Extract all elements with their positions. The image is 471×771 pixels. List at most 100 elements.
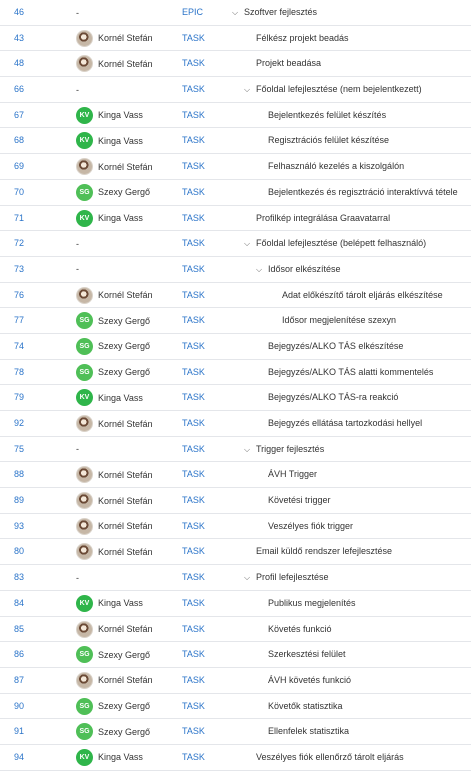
work-item-id-link[interactable]: 71: [14, 206, 24, 231]
work-item-title[interactable]: Bejegyzés ellátása tartozkodási hellyel: [268, 411, 422, 436]
work-item-id-link[interactable]: 94: [14, 745, 24, 770]
work-item-row[interactable]: 91 SG Szexy Gergő TASK Ellenfelek statisztik…: [0, 719, 471, 745]
work-item-id-link[interactable]: 83: [14, 565, 24, 590]
chevron-down-icon[interactable]: ⌵: [244, 565, 250, 590]
work-item-row[interactable]: 43 Kornél Stefán TASK Félkész projekt beadá…: [0, 26, 471, 52]
work-item-row[interactable]: 70 SG Szexy Gergő TASK Bejelentkezés és regi…: [0, 180, 471, 206]
work-item-id-link[interactable]: 90: [14, 694, 24, 719]
work-item-id-link[interactable]: 43: [14, 26, 24, 51]
work-item-id-link[interactable]: 48: [14, 51, 24, 76]
work-item-id-link[interactable]: 92: [14, 411, 24, 436]
work-item-title[interactable]: Főoldal lefejlesztése (belépett felhaszn…: [256, 231, 426, 256]
work-item-row[interactable]: 87 Kornél Stefán TASK ÁVH követés funkció: [0, 668, 471, 694]
work-item-row[interactable]: 76 Kornél Stefán TASK Adat előkészítő tárol…: [0, 283, 471, 309]
work-item-id-link[interactable]: 78: [14, 360, 24, 385]
work-item-id-link[interactable]: 70: [14, 180, 24, 205]
work-item-id-link[interactable]: 67: [14, 103, 24, 128]
work-item-title[interactable]: Regisztrációs felület készítése: [268, 128, 389, 153]
work-item-row[interactable]: 77 SG Szexy Gergő TASK Idősor megjelenítése …: [0, 308, 471, 334]
work-item-id-link[interactable]: 93: [14, 514, 24, 539]
work-item-id-link[interactable]: 68: [14, 128, 24, 153]
assignee-cell: Kornél Stefán: [76, 488, 153, 513]
work-item-title[interactable]: Bejegyzés/ALKO TÁS alatti kommentelés: [268, 360, 433, 385]
work-item-row[interactable]: 94 KV Kinga Vass TASK Veszélyes fiók ellenőr…: [0, 745, 471, 771]
work-item-id-link[interactable]: 75: [14, 437, 24, 462]
work-item-title[interactable]: Trigger fejlesztés: [256, 437, 324, 462]
work-item-title[interactable]: Főoldal lefejlesztése (nem bejelentkezet…: [256, 77, 422, 102]
work-item-row[interactable]: 84 KV Kinga Vass TASK Publikus megjelenítés: [0, 591, 471, 617]
work-item-title[interactable]: Félkész projekt beadás: [256, 26, 349, 51]
work-item-id-link[interactable]: 72: [14, 231, 24, 256]
work-item-id-link[interactable]: 73: [14, 257, 24, 282]
work-item-title[interactable]: Idősor elkészítése: [268, 257, 341, 282]
work-item-row[interactable]: 75 - TASK ⌵ Trigger fejlesztés: [0, 437, 471, 463]
work-item-title[interactable]: Projekt beadása: [256, 51, 321, 76]
work-item-title[interactable]: Bejegyzés/ALKO TÁS-ra reakció: [268, 385, 398, 410]
work-item-row[interactable]: 93 Kornél Stefán TASK Veszélyes fiók trigge…: [0, 514, 471, 540]
work-item-row[interactable]: 80 Kornél Stefán TASK Email küldő rendszer …: [0, 539, 471, 566]
work-item-id-link[interactable]: 91: [14, 719, 24, 744]
work-item-row[interactable]: 71 KV Kinga Vass TASK Profilkép integrálása …: [0, 206, 471, 232]
work-item-title[interactable]: ÁVH Trigger: [268, 462, 317, 487]
work-item-title[interactable]: Szoftver fejlesztés: [244, 0, 317, 25]
work-item-row[interactable]: 79 KV Kinga Vass TASK Bejegyzés/ALKO TÁS-ra …: [0, 385, 471, 411]
work-item-title[interactable]: ÁVH követés funkció: [268, 668, 351, 693]
work-item-id-link[interactable]: 80: [14, 539, 24, 564]
work-item-row[interactable]: 48 Kornél Stefán TASK Projekt beadása: [0, 51, 471, 78]
work-item-id-link[interactable]: 46: [14, 0, 24, 25]
work-item-title[interactable]: Bejelentkezés és regisztráció interaktív…: [268, 180, 458, 205]
work-item-id-link[interactable]: 89: [14, 488, 24, 513]
work-item-title[interactable]: Követési trigger: [268, 488, 331, 513]
work-item-id-link[interactable]: 87: [14, 668, 24, 693]
work-item-row[interactable]: 74 SG Szexy Gergő TASK Bejegyzés/ALKO TÁS el…: [0, 334, 471, 360]
work-item-row[interactable]: 89 Kornél Stefán TASK Követési trigger: [0, 488, 471, 514]
work-item-row[interactable]: 88 Kornél Stefán TASK ÁVH Trigger: [0, 462, 471, 489]
work-item-row[interactable]: 83 - TASK ⌵ Profil lefejlesztése: [0, 565, 471, 591]
work-item-id-link[interactable]: 76: [14, 283, 24, 308]
work-item-row[interactable]: 46 - EPIC ⌵ Szoftver fejlesztés: [0, 0, 471, 26]
work-item-title[interactable]: Bejegyzés/ALKO TÁS elkészítése: [268, 334, 403, 359]
work-item-title[interactable]: Szerkesztési felület: [268, 642, 346, 667]
work-item-row[interactable]: 73 - TASK ⌵ Idősor elkészítése: [0, 257, 471, 283]
work-item-title[interactable]: Követés funkció: [268, 617, 332, 642]
work-item-id-link[interactable]: 88: [14, 462, 24, 487]
chevron-down-icon[interactable]: ⌵: [232, 0, 238, 25]
work-item-row[interactable]: 67 KV Kinga Vass TASK Bejelentkezés felület …: [0, 103, 471, 129]
assignee-cell: -: [76, 231, 79, 256]
work-item-id-link[interactable]: 77: [14, 308, 24, 333]
work-item-title[interactable]: Adat előkészítő tárolt eljárás elkészíté…: [282, 283, 443, 308]
work-item-id-link[interactable]: 85: [14, 617, 24, 642]
assignee-name: Kinga Vass: [98, 598, 143, 609]
work-item-title[interactable]: Email küldő rendszer lefejlesztése: [256, 539, 392, 564]
chevron-down-icon[interactable]: ⌵: [244, 77, 250, 102]
work-item-title[interactable]: Profilkép integrálása Graavatarral: [256, 206, 390, 231]
work-item-row[interactable]: 85 Kornél Stefán TASK Követés funkció: [0, 617, 471, 643]
work-item-row[interactable]: 66 - TASK ⌵ Főoldal lefejlesztése (nem bejel…: [0, 77, 471, 103]
work-item-id-link[interactable]: 86: [14, 642, 24, 667]
work-item-title[interactable]: Publikus megjelenítés: [268, 591, 356, 616]
work-item-row[interactable]: 92 Kornél Stefán TASK Bejegyzés ellátása ta…: [0, 411, 471, 437]
work-item-title[interactable]: Veszélyes fiók ellenőrző tárolt eljárás: [256, 745, 404, 770]
work-item-row[interactable]: 69 Kornél Stefán TASK Felhasználó kezelés a…: [0, 154, 471, 180]
work-item-title[interactable]: Veszélyes fiók trigger: [268, 514, 353, 539]
work-item-title[interactable]: Ellenfelek statisztika: [268, 719, 349, 744]
work-item-row[interactable]: 68 KV Kinga Vass TASK Regisztrációs felület …: [0, 128, 471, 155]
work-item-title[interactable]: Profil lefejlesztése: [256, 565, 329, 590]
work-item-id-link[interactable]: 79: [14, 385, 24, 410]
work-item-id-link[interactable]: 66: [14, 77, 24, 102]
work-item-title[interactable]: Felhasználó kezelés a kiszolgálón: [268, 154, 404, 179]
work-item-row[interactable]: 86 SG Szexy Gergő TASK Szerkesztési felület: [0, 642, 471, 668]
work-item-row[interactable]: 72 - TASK ⌵ Főoldal lefejlesztése (belépett …: [0, 231, 471, 257]
work-item-row[interactable]: 78 SG Szexy Gergő TASK Bejegyzés/ALKO TÁS al…: [0, 360, 471, 386]
chevron-down-icon[interactable]: ⌵: [256, 257, 262, 282]
work-item-title[interactable]: Bejelentkezés felület készítés: [268, 103, 386, 128]
avatar-photo: [76, 492, 93, 510]
work-item-id-link[interactable]: 69: [14, 154, 24, 179]
work-item-title[interactable]: Követők statisztika: [268, 694, 343, 719]
work-item-id-link[interactable]: 84: [14, 591, 24, 616]
work-item-title[interactable]: Idősor megjelenítése szexyn: [282, 308, 396, 333]
work-item-row[interactable]: 90 SG Szexy Gergő TASK Követők statisztika: [0, 694, 471, 720]
chevron-down-icon[interactable]: ⌵: [244, 437, 250, 462]
chevron-down-icon[interactable]: ⌵: [244, 231, 250, 256]
work-item-id-link[interactable]: 74: [14, 334, 24, 359]
